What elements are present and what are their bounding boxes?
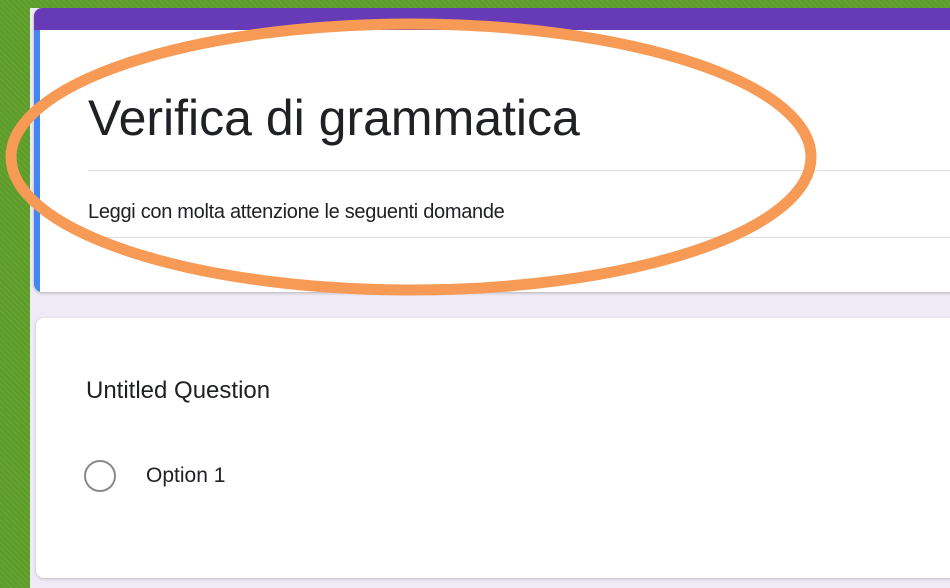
form-description[interactable]: Leggi con molta attenzione le seguenti d… <box>88 199 505 225</box>
theme-color-bar <box>34 8 950 30</box>
radio-unchecked-icon[interactable] <box>84 460 116 492</box>
title-underline <box>88 170 950 171</box>
option-row[interactable]: Option 1 <box>84 456 384 496</box>
form-title[interactable]: Verifica di grammatica <box>88 86 948 150</box>
form-canvas: Verifica di grammatica Leggi con molta a… <box>30 8 950 588</box>
form-header-card[interactable]: Verifica di grammatica Leggi con molta a… <box>34 8 950 292</box>
focus-indicator-bar <box>34 30 40 292</box>
question-title[interactable]: Untitled Question <box>86 376 270 406</box>
description-underline <box>88 237 950 238</box>
option-label[interactable]: Option 1 <box>146 463 225 489</box>
question-card[interactable]: Untitled Question Option 1 <box>36 318 950 578</box>
